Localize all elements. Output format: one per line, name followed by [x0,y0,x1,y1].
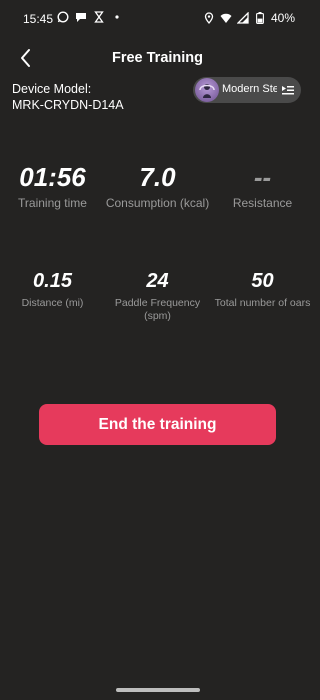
stat-training-time: 01:56 Training time [0,162,105,210]
stat-label: Consumption (kcal) [105,196,210,210]
location-icon [203,12,215,24]
hourglass-icon [93,11,105,23]
stat-label: Distance (mi) [21,297,84,309]
stat-value: -- [253,162,272,192]
end-training-button[interactable]: End the training [39,404,276,445]
stat-label: Training time [18,196,87,210]
device-model-label: Device Model: [12,82,92,96]
stat-value: 50 [251,270,274,292]
stat-label: Resistance [232,196,293,210]
wifi-icon [220,12,232,24]
stat-value: 01:56 [19,162,86,192]
menu-icon [282,86,294,95]
chat-icon [75,11,87,23]
mode-avatar [195,78,219,102]
battery-percent: 40% [270,11,295,25]
stat-label: Total number of oars [214,297,311,309]
dot-icon [111,11,123,23]
page-title: Free Training [111,50,204,66]
stat-total-oars: 50 Total number of oars [210,269,315,310]
whatsapp-icon [57,11,69,23]
status-time: 15:45 [23,12,54,26]
stat-resistance: -- Resistance [210,162,315,210]
mode-selector[interactable]: Modern Ste [193,77,301,103]
battery-icon [254,12,266,24]
stat-label: Paddle Frequency (spm) [114,297,201,322]
stat-value: 0.15 [33,270,72,292]
signal-icon [236,12,249,24]
notification-icons [57,11,123,23]
status-bar: 15:45 40% [0,0,315,36]
device-model-value: MRK-CRYDN-D14A [12,98,124,112]
stat-value: 24 [146,270,169,292]
stat-distance: 0.15 Distance (mi) [0,269,105,310]
home-indicator[interactable] [116,688,200,692]
stat-paddle-frequency: 24 Paddle Frequency (spm) [105,269,210,323]
header: Free Training [0,40,315,76]
stat-value: 7.0 [139,162,176,192]
mode-name: Modern Ste [222,83,277,95]
stat-consumption: 7.0 Consumption (kcal) [105,162,210,210]
system-icons: 40% [203,11,295,25]
